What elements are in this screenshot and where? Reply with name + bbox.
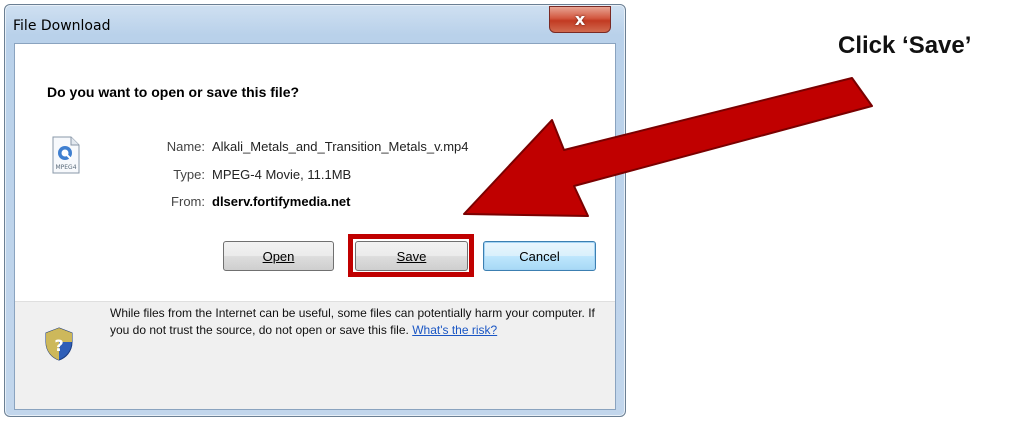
callout-text: Click ‘Save’ [838, 32, 972, 59]
file-type: MPEG-4 Movie, 11.1MB [212, 167, 352, 182]
dialog-question: Do you want to open or save this file? [47, 84, 300, 100]
dialog-body: Do you want to open or save this file? M… [14, 43, 616, 410]
mp4-file-icon: MPEG4 [52, 136, 80, 174]
file-source: dlserv.fortifymedia.net [212, 194, 351, 209]
warning-message: While files from the Internet can be use… [110, 306, 595, 337]
open-button[interactable]: Open [223, 241, 334, 271]
file-icon-label: MPEG4 [55, 164, 76, 171]
close-button[interactable]: x [549, 6, 611, 33]
save-highlight-box [348, 234, 474, 277]
svg-text:?: ? [54, 336, 63, 355]
security-shield-icon: ? [45, 327, 73, 361]
file-name: Alkali_Metals_and_Transition_Metals_v.mp… [212, 139, 469, 154]
open-button-label: Open [262, 248, 295, 264]
window-title: File Download [13, 18, 111, 34]
name-label: Name: [166, 139, 205, 154]
from-label: From: [171, 194, 205, 209]
security-warning: While files from the Internet can be use… [110, 305, 595, 339]
whats-the-risk-link[interactable]: What's the risk? [412, 323, 497, 337]
title-bar[interactable]: File Download x [5, 5, 625, 43]
cancel-button-label: Cancel [519, 248, 560, 264]
file-download-dialog: File Download x Do you want to open or s… [4, 4, 626, 417]
close-icon: x [574, 9, 586, 29]
cancel-button[interactable]: Cancel [483, 241, 596, 271]
type-label: Type: [173, 167, 205, 182]
